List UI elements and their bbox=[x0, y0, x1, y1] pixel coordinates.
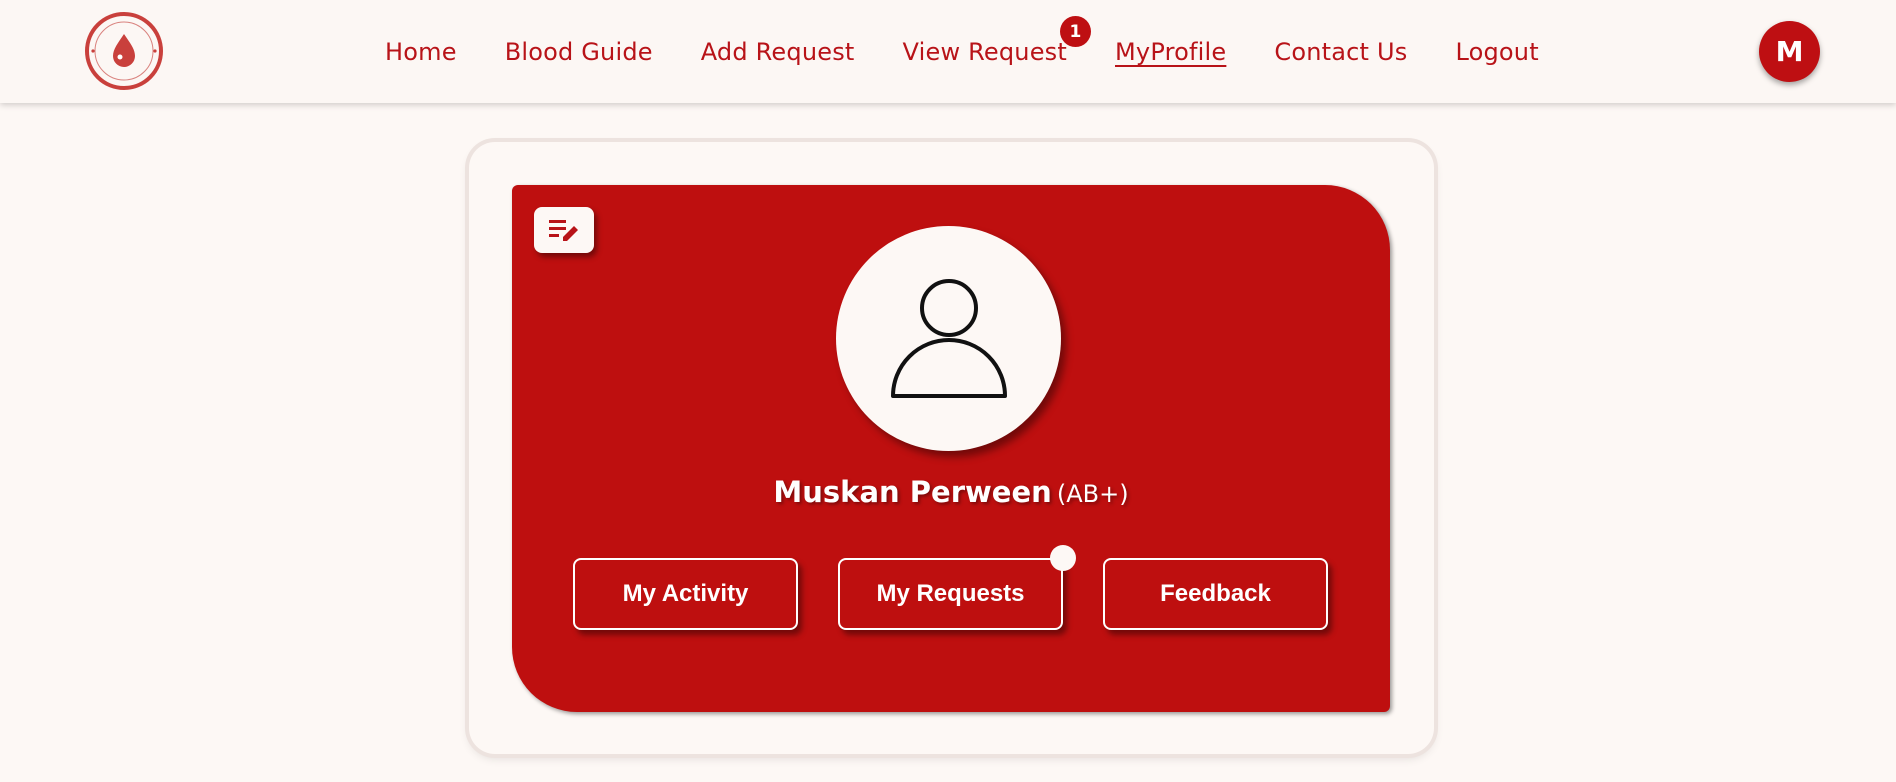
nav-myprofile[interactable]: MyProfile bbox=[1115, 38, 1226, 66]
nav-blood-guide[interactable]: Blood Guide bbox=[505, 38, 653, 66]
navbar: Home Blood Guide Add Request View Reques… bbox=[0, 0, 1896, 103]
nav-links: Home Blood Guide Add Request View Reques… bbox=[385, 16, 1587, 70]
profile-name: Muskan Perween bbox=[773, 475, 1052, 509]
logo[interactable] bbox=[85, 12, 163, 90]
feedback-button[interactable]: Feedback bbox=[1103, 558, 1328, 630]
nav-logout[interactable]: Logout bbox=[1455, 38, 1538, 66]
nav-add-request[interactable]: Add Request bbox=[701, 38, 855, 66]
edit-note-icon bbox=[549, 220, 578, 241]
nav-view-request[interactable]: View Request 1 bbox=[902, 16, 1092, 66]
user-icon bbox=[890, 279, 1007, 398]
notification-dot bbox=[1050, 545, 1076, 571]
blood-drop-logo-icon bbox=[85, 12, 163, 90]
profile-name-line: Muskan Perween (AB+) bbox=[512, 475, 1390, 509]
notification-badge: 1 bbox=[1060, 16, 1092, 47]
edit-profile-button[interactable] bbox=[534, 207, 594, 253]
nav-contact-us[interactable]: Contact Us bbox=[1274, 38, 1407, 66]
my-requests-label: My Requests bbox=[876, 580, 1025, 607]
profile-card: Muskan Perween (AB+) My Activity My Requ… bbox=[512, 185, 1390, 712]
nav-home[interactable]: Home bbox=[385, 38, 457, 66]
my-activity-button[interactable]: My Activity bbox=[573, 558, 798, 630]
nav-view-request-label: View Request bbox=[902, 38, 1068, 66]
my-requests-button[interactable]: My Requests bbox=[838, 545, 1076, 630]
blood-group: (AB+) bbox=[1056, 480, 1129, 508]
profile-picture bbox=[836, 226, 1061, 451]
user-avatar-button[interactable]: M bbox=[1759, 21, 1820, 82]
